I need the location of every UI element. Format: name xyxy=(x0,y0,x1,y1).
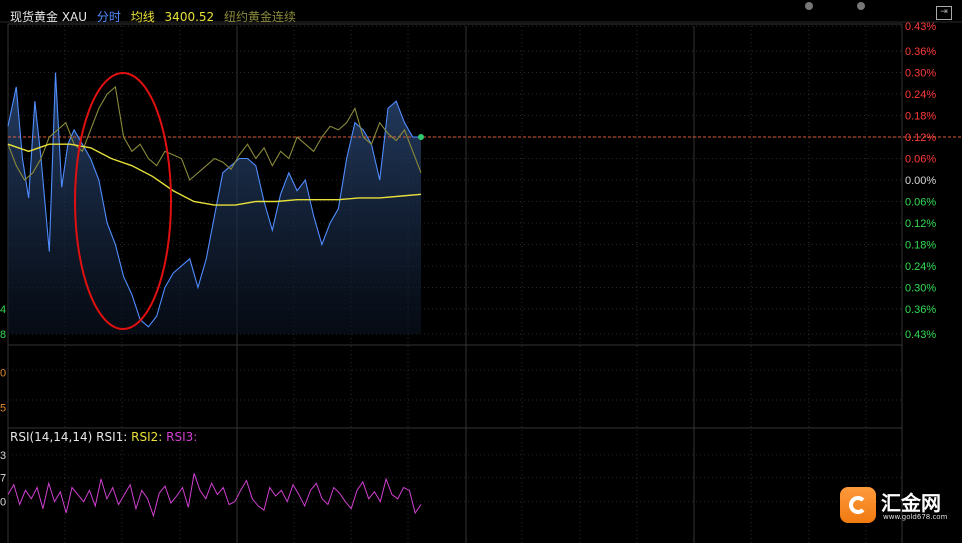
y-tick-label: 0.24% xyxy=(905,261,936,273)
logo-url: www.gold678.com xyxy=(883,513,948,521)
current-price-dot xyxy=(418,134,424,141)
vol-axis-fragment: 5 xyxy=(0,403,6,415)
panel-border xyxy=(7,23,903,543)
rsi-line xyxy=(7,473,422,518)
compare-instrument: 纽约黄金连续 xyxy=(224,10,297,24)
chart-canvas: 0.43% 0.36% 0.30% 0.24% 0.18% 0.12% 0.06% 0.00%… xyxy=(0,21,962,543)
y-tick-label: 0.12% xyxy=(905,132,936,144)
y-tick-label: 0.24% xyxy=(905,89,936,101)
y-tick-label: 0.43% xyxy=(905,329,936,341)
rsi-header: RSI(14,14,14) RSI1: RSI2: RSI3: xyxy=(10,430,197,444)
price-area xyxy=(8,72,421,334)
y-tick-label: 0.43% xyxy=(905,21,936,33)
y-tick-label: 0.30% xyxy=(905,68,936,80)
rsi-axis-fragment: 0 xyxy=(0,497,6,509)
instrument-name: 现货黄金 XAU xyxy=(10,10,88,24)
rsi1-label: RSI1: xyxy=(96,430,128,444)
avg-line-value: 3400.52 xyxy=(164,10,215,24)
left-axis-fragment: 8 xyxy=(0,329,6,341)
rsi-axis-fragment: 7 xyxy=(0,473,6,485)
settings-dot-icon[interactable] xyxy=(805,2,813,10)
y-tick-label: 0.06% xyxy=(905,196,936,208)
rsi2-label: RSI2: xyxy=(131,430,163,444)
y-tick-label: 0.18% xyxy=(905,111,936,123)
logo-text: 汇金网 xyxy=(881,491,941,515)
rsi3-label: RSI3: xyxy=(166,430,198,444)
logo-icon xyxy=(840,487,876,523)
y-tick-label: 0.12% xyxy=(905,218,936,230)
vol-axis-fragment: 0 xyxy=(0,368,6,380)
left-axis-fragment: 4 xyxy=(0,304,6,316)
y-tick-label: 0.30% xyxy=(905,282,936,294)
y-tick-label: 0.00% xyxy=(905,175,936,187)
y-tick-label: 0.18% xyxy=(905,239,936,251)
y-tick-label: 0.06% xyxy=(905,154,936,166)
rsi-axis-fragment: 3 xyxy=(0,450,6,462)
options-dot-icon[interactable] xyxy=(857,2,865,10)
y-tick-label: 0.36% xyxy=(905,304,936,316)
avg-line-label: 均线 xyxy=(130,10,155,24)
rsi-label: RSI(14,14,14) xyxy=(10,430,93,444)
expand-panel-icon[interactable]: ⇥ xyxy=(936,6,952,20)
chart-header: 现货黄金 XAU 分时 均线 3400.52 纽约黄金连续 xyxy=(10,8,302,25)
mode-tab-intraday[interactable]: 分时 xyxy=(97,10,121,24)
y-tick-label: 0.36% xyxy=(905,46,936,58)
